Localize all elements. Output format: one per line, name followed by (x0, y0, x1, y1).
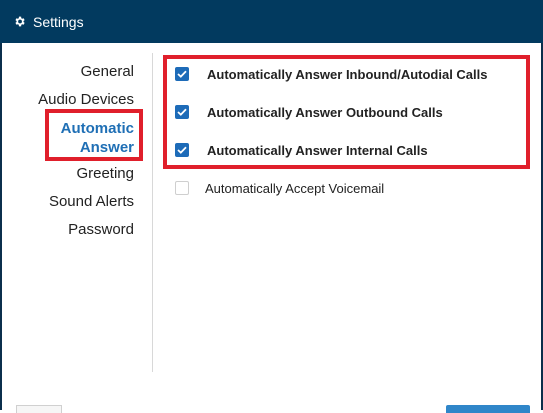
checkbox-answer-internal[interactable] (175, 143, 189, 157)
checkmark-icon (177, 108, 187, 116)
highlight-box-nav (45, 109, 143, 161)
checkbox-answer-outbound[interactable] (175, 105, 189, 119)
nav-item-general[interactable]: General (81, 63, 134, 80)
option-label-accept-voicemail: Automatically Accept Voicemail (205, 180, 385, 196)
option-label-answer-inbound: Automatically Answer Inbound/Autodial Ca… (207, 66, 488, 82)
checkmark-icon (177, 70, 187, 78)
option-accept-voicemail[interactable]: Automatically Accept Voicemail (175, 179, 384, 197)
checkmark-icon (177, 146, 187, 154)
checkbox-answer-inbound[interactable] (175, 67, 189, 81)
nav-item-audio-devices[interactable]: Audio Devices (38, 91, 134, 108)
option-answer-inbound[interactable]: Automatically Answer Inbound/Autodial Ca… (175, 65, 488, 83)
checkbox-accept-voicemail[interactable] (175, 181, 189, 195)
option-answer-internal[interactable]: Automatically Answer Internal Calls (175, 141, 428, 159)
nav-item-sound-alerts[interactable]: Sound Alerts (49, 193, 134, 210)
title-bar: Settings (0, 0, 543, 43)
nav-divider (152, 53, 153, 372)
footer-button-right[interactable] (446, 405, 530, 413)
window-border-left (0, 43, 2, 410)
nav-item-greeting[interactable]: Greeting (76, 165, 134, 182)
nav-item-password[interactable]: Password (68, 221, 134, 238)
option-answer-outbound[interactable]: Automatically Answer Outbound Calls (175, 103, 443, 121)
option-label-answer-outbound: Automatically Answer Outbound Calls (207, 104, 443, 120)
option-label-answer-internal: Automatically Answer Internal Calls (207, 142, 428, 158)
footer-button-left[interactable] (16, 405, 62, 413)
window-title: Settings (33, 13, 84, 30)
gear-icon (15, 16, 25, 27)
